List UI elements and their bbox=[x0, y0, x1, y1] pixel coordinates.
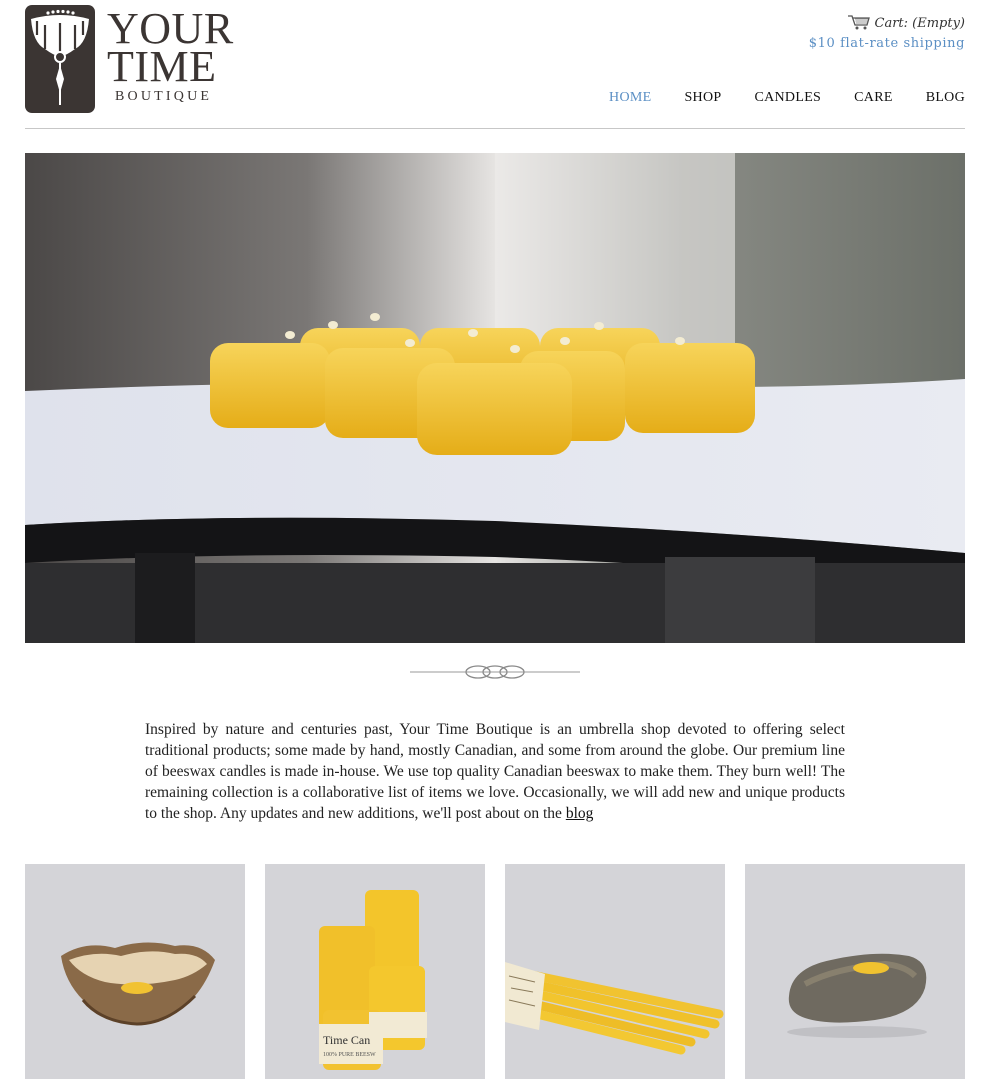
logo-mark[interactable] bbox=[25, 5, 95, 113]
product-tile-pillar-candles[interactable]: Time Can 100% PURE BEESW bbox=[265, 864, 485, 1079]
nav-blog[interactable]: BLOG bbox=[926, 90, 965, 106]
nav-shop[interactable]: SHOP bbox=[684, 90, 721, 106]
product-tile-stone-holder[interactable] bbox=[745, 864, 965, 1079]
cart-label: Cart: (Empty) bbox=[874, 16, 966, 31]
shipping-note: $10 flat-rate shipping bbox=[808, 36, 965, 51]
product-tile-burl-bowl[interactable] bbox=[25, 864, 245, 1079]
nav-care[interactable]: CARE bbox=[854, 90, 893, 106]
main-nav: HOME SHOP CANDLES CARE BLOG bbox=[609, 90, 965, 106]
pillar-candles-image: Time Can 100% PURE BEESW bbox=[265, 864, 485, 1079]
header-divider bbox=[25, 128, 965, 129]
cart-summary: Cart: (Empty) $10 flat-rate shipping bbox=[809, 14, 965, 52]
logo-flower-icon bbox=[31, 9, 89, 105]
logo-wordmark[interactable]: YOUR TIME BOUTIQUE bbox=[107, 7, 234, 105]
intro-paragraph: Inspired by nature and centuries past, Y… bbox=[145, 719, 845, 824]
burl-bowl-image bbox=[25, 864, 245, 1079]
cart-link[interactable]: Cart: (Empty) bbox=[809, 14, 965, 35]
brand-line2: TIME bbox=[107, 42, 217, 91]
product-tile-taper-candles[interactable] bbox=[505, 864, 725, 1079]
nav-candles[interactable]: CANDLES bbox=[754, 90, 821, 106]
page: YOUR TIME BOUTIQUE Cart: (Empty) $10 fla… bbox=[0, 0, 1004, 1079]
intro-text: Inspired by nature and centuries past, Y… bbox=[145, 720, 845, 822]
candle-sublabel-text: 100% PURE BEESW bbox=[323, 1052, 376, 1058]
hero-image bbox=[25, 153, 965, 643]
candle-label-text: Time Can bbox=[323, 1033, 370, 1047]
nav-home[interactable]: HOME bbox=[609, 90, 651, 106]
ornament-divider-icon bbox=[410, 662, 580, 686]
stone-holder-image bbox=[745, 864, 965, 1079]
blog-link[interactable]: blog bbox=[566, 805, 594, 822]
brand-subtitle: BOUTIQUE bbox=[115, 89, 213, 104]
taper-candles-image bbox=[505, 864, 725, 1079]
cart-icon bbox=[847, 14, 871, 35]
